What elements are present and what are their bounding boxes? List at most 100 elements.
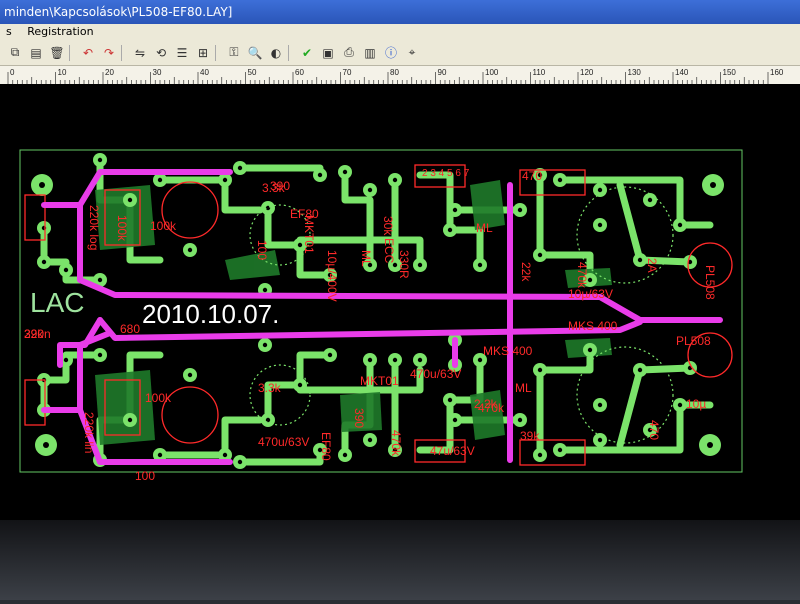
rotate-icon[interactable]: ⟲ — [152, 44, 170, 62]
component-label: 100 — [135, 469, 155, 483]
drill-hole — [41, 259, 47, 265]
drill-hole — [587, 347, 593, 353]
ruler-label: 80 — [390, 68, 399, 77]
drc-icon[interactable]: ✔ — [298, 44, 316, 62]
component-label: 470u/63V — [258, 435, 309, 449]
ruler-label: 40 — [200, 68, 209, 77]
component-label: EF80 — [290, 207, 319, 221]
photo-icon[interactable]: ▣ — [319, 44, 337, 62]
print-icon[interactable]: ⎙ — [340, 44, 358, 62]
drill-hole — [447, 397, 453, 403]
component-label: MKS 400 — [483, 344, 533, 358]
component-label: ML — [515, 381, 532, 395]
contrast-icon[interactable]: ◐ — [267, 44, 285, 62]
drill-hole — [237, 165, 243, 171]
drill-hole — [317, 172, 323, 178]
board-date: 2010.10.07. — [142, 299, 279, 329]
drill-hole — [367, 437, 373, 443]
drill-hole — [452, 417, 458, 423]
drill-hole — [262, 287, 268, 293]
drill-hole — [262, 342, 268, 348]
ruler-label: 50 — [248, 68, 257, 77]
drill-hole — [597, 402, 603, 408]
undo-icon[interactable]: ↶ — [79, 44, 97, 62]
group-icon[interactable]: ⊞ — [194, 44, 212, 62]
drill-hole — [537, 252, 543, 258]
copy-icon[interactable]: ⧉ — [6, 44, 24, 62]
drill-hole — [597, 187, 603, 193]
component-label: MKT01 — [360, 374, 399, 388]
drill-hole — [97, 352, 103, 358]
drill-hole — [537, 367, 543, 373]
drill-hole — [97, 157, 103, 163]
ruler-label: 130 — [628, 68, 642, 77]
drill-hole — [157, 177, 163, 183]
menu-item-s[interactable]: s — [0, 25, 18, 38]
component-label: 100k — [145, 391, 172, 405]
ruler-label: 100 — [485, 68, 499, 77]
drill-hole — [297, 382, 303, 388]
component-label: MKS 400 — [568, 319, 618, 333]
component-label: 470 — [647, 420, 661, 440]
drill-hole — [342, 169, 348, 175]
drill-hole — [392, 262, 398, 268]
ruler-label: 150 — [723, 68, 737, 77]
paste-icon[interactable]: ▤ — [27, 44, 45, 62]
ruler-label: 10 — [58, 68, 67, 77]
ruler-label: 90 — [438, 68, 447, 77]
ruler-label: 0 — [10, 68, 15, 77]
component-label: 220k log — [87, 205, 101, 250]
drill-hole — [222, 177, 228, 183]
horizontal-ruler: 0 10 20 30 40 50 60 70 80 90 100 110 120 130 140 150 160 — [0, 66, 800, 85]
component-label: 470u/63V — [410, 367, 461, 381]
drill-hole — [637, 257, 643, 263]
menu-item-registration[interactable]: Registration — [21, 25, 99, 38]
drill-hole — [342, 452, 348, 458]
drill-hole — [392, 177, 398, 183]
ruler-label: 20 — [105, 68, 114, 77]
drill-hole — [417, 357, 423, 363]
menu-bar: s Registration — [0, 24, 800, 40]
window-title: minden\Kapcsolások\PL508-EF80.LAY] — [4, 5, 233, 19]
autoroute-icon[interactable]: ⌖ — [403, 44, 421, 62]
drill-hole — [517, 207, 523, 213]
drill-hole — [677, 222, 683, 228]
info-icon[interactable]: ⓘ — [382, 44, 400, 62]
component-label: 220k lin — [82, 412, 96, 453]
drill-hole — [187, 247, 193, 253]
component-label: 100k — [150, 219, 177, 233]
component-label: PL508 — [676, 334, 711, 348]
component-label: 470k — [575, 262, 589, 289]
align-icon[interactable]: ☰ — [173, 44, 191, 62]
drill-hole — [517, 417, 523, 423]
ruler-label: 60 — [295, 68, 304, 77]
component-label: 2A — [645, 258, 659, 273]
component-label: 330R — [397, 250, 411, 279]
toolbar-separator — [215, 44, 222, 61]
drill-hole — [597, 437, 603, 443]
drill-hole — [367, 187, 373, 193]
zoom-icon[interactable]: 🔍 — [246, 44, 264, 62]
drill-hole — [63, 357, 69, 363]
delete-icon[interactable]: 🗑 — [48, 44, 66, 62]
component-label: PL508 — [703, 265, 717, 300]
component-label: 220n — [24, 327, 51, 341]
redo-icon[interactable]: ↷ — [100, 44, 118, 62]
component-label: 100 — [255, 240, 269, 260]
drill-hole — [647, 197, 653, 203]
drill-hole — [222, 452, 228, 458]
drill-hole — [63, 267, 69, 273]
export-icon[interactable]: ▥ — [361, 44, 379, 62]
component-label: 10µ/63V — [568, 287, 613, 301]
drill-hole — [557, 447, 563, 453]
ruler-label: 30 — [153, 68, 162, 77]
drill-hole — [187, 372, 193, 378]
mirror-icon[interactable]: ⇋ — [131, 44, 149, 62]
lock-icon[interactable]: ⚿ — [225, 44, 243, 62]
drill-hole — [127, 417, 133, 423]
component-label: 2.2k — [474, 397, 498, 411]
drill-hole — [447, 227, 453, 233]
component-label: 100k — [115, 215, 129, 242]
drill-hole — [392, 357, 398, 363]
drill-hole — [452, 207, 458, 213]
